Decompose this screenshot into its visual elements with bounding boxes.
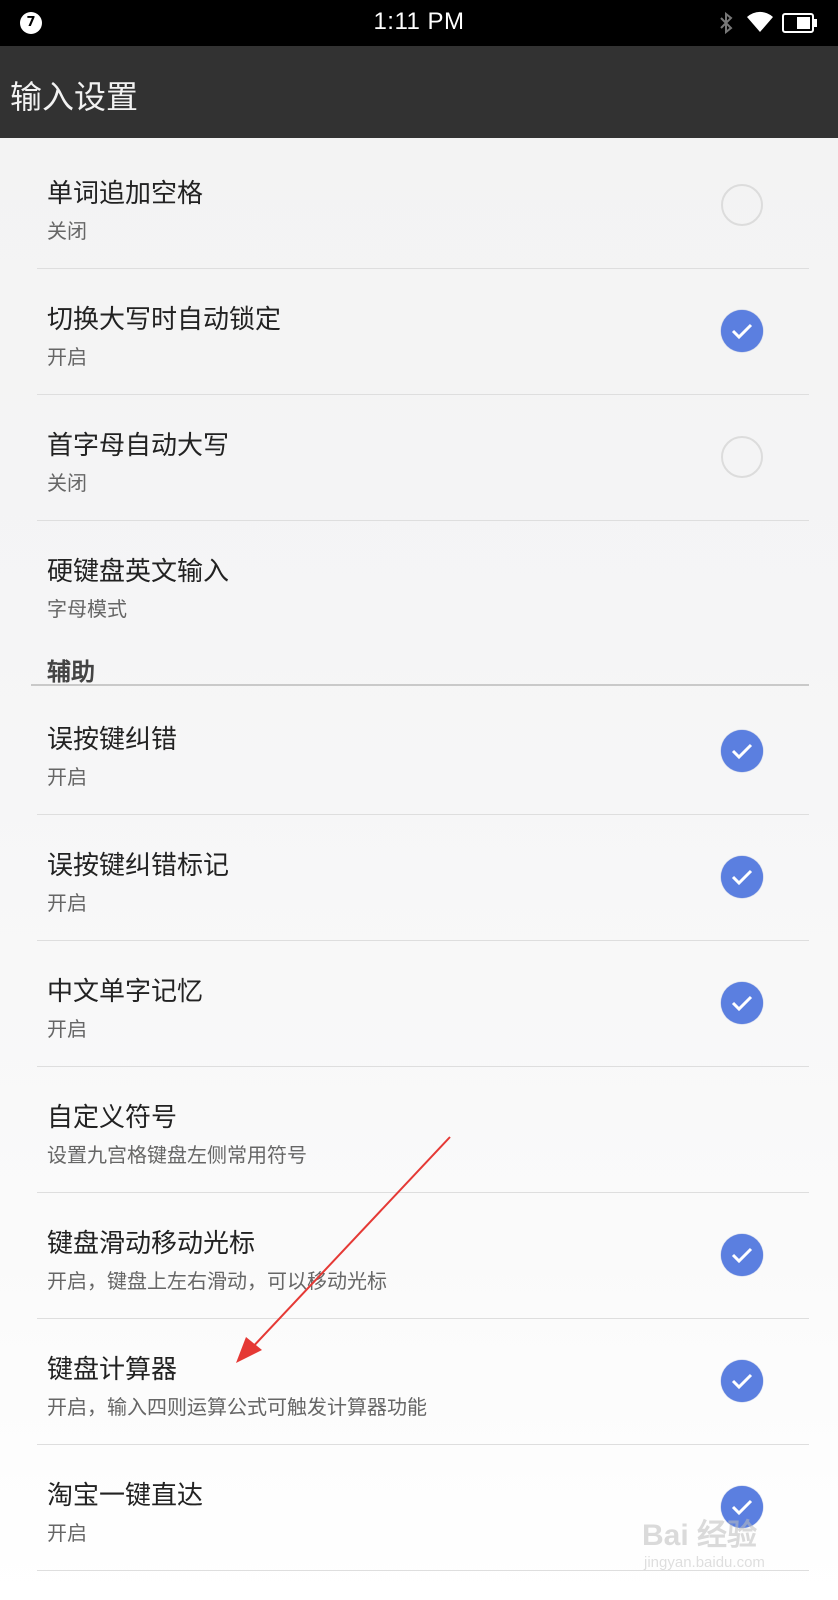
setting-title: 单词追加空格 — [47, 179, 204, 209]
status-clock: 1:11 PM — [373, 8, 465, 35]
setting-title: 首字母自动大写 — [47, 431, 230, 461]
status-bar: 7 1:11 PM — [0, 0, 838, 46]
setting-summary: 字母模式 — [47, 597, 127, 621]
setting-title: 键盘滑动移动光标 — [47, 1229, 256, 1259]
checkbox-unchecked[interactable] — [721, 184, 763, 226]
baidu-watermark: Bai 经验 jingyan.baidu.com — [642, 1510, 822, 1580]
setting-summary: 开启 — [47, 765, 87, 789]
setting-summary: 开启 — [47, 345, 87, 369]
setting-row-auto-capitalize[interactable]: 首字母自动大写 关闭 — [37, 395, 809, 521]
setting-row-hard-keyboard[interactable]: 硬键盘英文输入 字母模式 — [37, 521, 809, 641]
page-title: 输入设置 — [10, 78, 139, 116]
setting-summary: 开启，输入四则运算公式可触发计算器功能 — [47, 1395, 427, 1419]
checkbox-checked[interactable] — [721, 310, 763, 352]
battery-icon — [782, 13, 817, 33]
watermark-url: jingyan.baidu.com — [644, 1554, 765, 1571]
checkmark-icon — [731, 869, 753, 886]
setting-row-caps-lock[interactable]: 切换大写时自动锁定 开启 — [37, 269, 809, 395]
wifi-icon — [747, 11, 773, 32]
setting-summary: 开启，键盘上左右滑动，可以移动光标 — [47, 1269, 387, 1293]
checkmark-icon — [731, 323, 753, 340]
setting-row-correction-mark[interactable]: 误按键纠错标记 开启 — [37, 815, 809, 941]
checkmark-icon — [731, 995, 753, 1012]
setting-summary: 开启 — [47, 1017, 87, 1041]
setting-row-custom-symbols[interactable]: 自定义符号 设置九宫格键盘左侧常用符号 — [37, 1067, 809, 1193]
bluetooth-icon — [720, 11, 733, 35]
setting-title: 误按键纠错 — [47, 725, 178, 755]
setting-title: 硬键盘英文输入 — [47, 557, 230, 587]
setting-title: 切换大写时自动锁定 — [47, 305, 282, 335]
checkbox-checked[interactable] — [721, 1234, 763, 1276]
setting-summary: 关闭 — [47, 219, 87, 243]
setting-summary: 关闭 — [47, 471, 87, 495]
watermark-text: Bai 经验 — [642, 1519, 758, 1552]
setting-row-append-space[interactable]: 单词追加空格 关闭 — [37, 143, 809, 269]
setting-title: 键盘计算器 — [47, 1355, 178, 1385]
checkbox-checked[interactable] — [721, 1360, 763, 1402]
setting-title: 自定义符号 — [47, 1103, 178, 1133]
setting-row-swipe-cursor[interactable]: 键盘滑动移动光标 开启，键盘上左右滑动，可以移动光标 — [37, 1193, 809, 1319]
checkmark-icon — [731, 1373, 753, 1390]
checkmark-icon — [731, 743, 753, 760]
setting-row-char-memory[interactable]: 中文单字记忆 开启 — [37, 941, 809, 1067]
setting-title: 中文单字记忆 — [47, 977, 204, 1007]
checkbox-checked[interactable] — [721, 982, 763, 1024]
checkbox-checked[interactable] — [721, 856, 763, 898]
app-bar: 输入设置 — [0, 46, 838, 138]
setting-row-key-correction[interactable]: 误按键纠错 开启 — [37, 689, 809, 815]
setting-summary: 开启 — [47, 1521, 87, 1545]
section-title: 辅助 — [47, 658, 95, 686]
checkbox-checked[interactable] — [721, 730, 763, 772]
setting-title: 误按键纠错标记 — [47, 851, 230, 881]
checkbox-unchecked[interactable] — [721, 436, 763, 478]
setting-title: 淘宝一键直达 — [47, 1481, 204, 1511]
checkmark-icon — [731, 1247, 753, 1264]
setting-summary: 开启 — [47, 891, 87, 915]
section-header-assist: 辅助 — [31, 640, 809, 686]
setting-summary: 设置九宫格键盘左侧常用符号 — [47, 1143, 307, 1167]
setting-row-calculator[interactable]: 键盘计算器 开启，输入四则运算公式可触发计算器功能 — [37, 1319, 809, 1445]
